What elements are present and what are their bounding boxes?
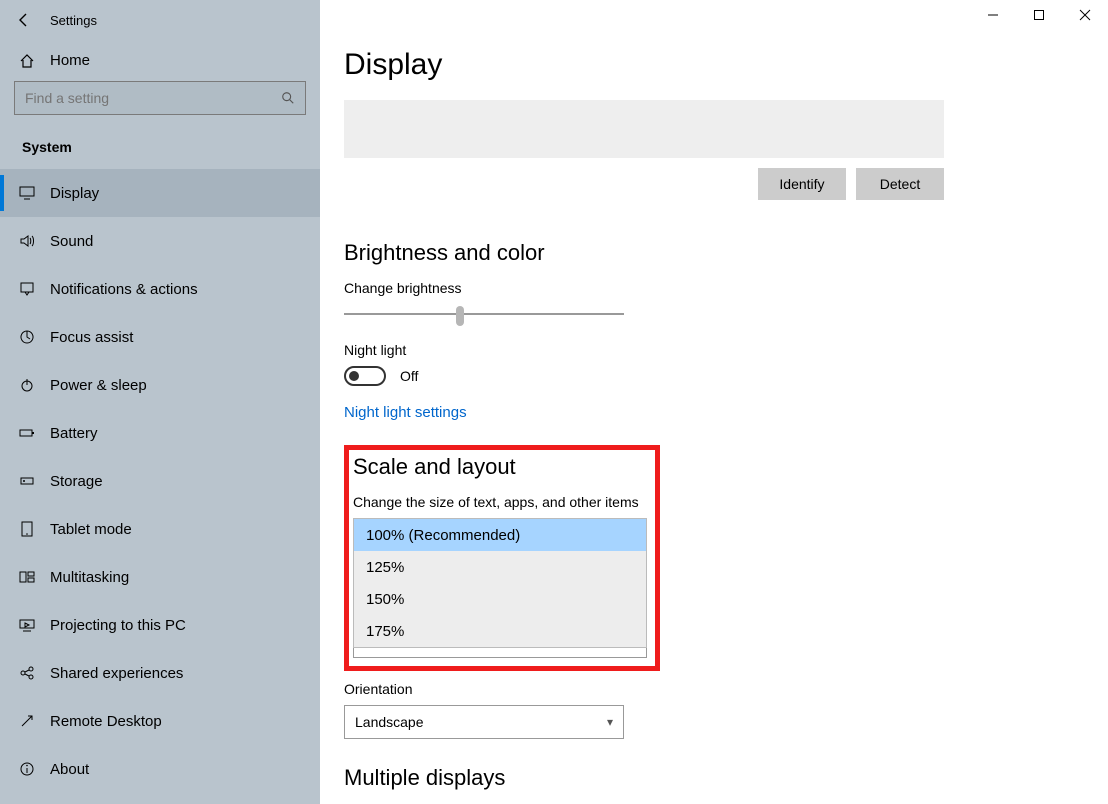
scale-layout-highlight: Scale and layout Change the size of text…: [344, 445, 660, 671]
main-content: Display Identify Detect Brightness and c…: [320, 0, 1108, 804]
orientation-select[interactable]: Landscape ▾: [344, 705, 624, 739]
window-controls: [970, 0, 1108, 30]
sidebar-item-multitasking[interactable]: Multitasking: [0, 553, 320, 601]
sidebar-item-display[interactable]: Display: [0, 169, 320, 217]
arrow-left-icon: [16, 12, 32, 28]
notifications-icon: [18, 281, 36, 297]
sidebar-item-shared-experiences[interactable]: Shared experiences: [0, 649, 320, 697]
sidebar-item-projecting-to-this-pc[interactable]: Projecting to this PC: [0, 601, 320, 649]
scale-label: Change the size of text, apps, and other…: [353, 494, 647, 510]
chevron-down-icon: ▾: [607, 715, 613, 729]
multitasking-icon: [18, 569, 36, 585]
sidebar-item-sound[interactable]: Sound: [0, 217, 320, 265]
scale-option[interactable]: 125%: [354, 551, 646, 583]
sidebar: Settings Home System Display Sound Notific…: [0, 0, 320, 804]
sidebar-item-label: Multitasking: [50, 569, 129, 586]
sidebar-item-focus-assist[interactable]: Focus assist: [0, 313, 320, 361]
detect-button[interactable]: Detect: [856, 168, 944, 200]
sidebar-item-label: Power & sleep: [50, 377, 147, 394]
maximize-icon: [1033, 9, 1045, 21]
sidebar-item-label: Display: [50, 185, 99, 202]
sidebar-nav: Display Sound Notifications & actions Focus…: [0, 169, 320, 793]
scale-option[interactable]: 150%: [354, 583, 646, 615]
sidebar-home[interactable]: Home: [0, 40, 320, 81]
sidebar-item-storage[interactable]: Storage: [0, 457, 320, 505]
projecting-icon: [18, 617, 36, 633]
sidebar-item-tablet-mode[interactable]: Tablet mode: [0, 505, 320, 553]
sound-icon: [18, 233, 36, 249]
scale-section-heading: Scale and layout: [353, 454, 647, 480]
toggle-knob: [349, 371, 359, 381]
sidebar-item-label: Shared experiences: [50, 665, 183, 682]
home-icon: [18, 53, 36, 69]
brightness-slider[interactable]: [344, 304, 624, 324]
night-light-label: Night light: [344, 342, 1108, 358]
search-input-wrap[interactable]: [14, 81, 306, 115]
close-icon: [1079, 9, 1091, 21]
search-input[interactable]: [25, 90, 281, 106]
night-light-state: Off: [400, 368, 418, 384]
minimize-button[interactable]: [970, 0, 1016, 30]
sidebar-item-label: Storage: [50, 473, 103, 490]
storage-icon: [18, 473, 36, 489]
brightness-section-heading: Brightness and color: [344, 240, 1108, 266]
sidebar-item-remote-desktop[interactable]: Remote Desktop: [0, 697, 320, 745]
sidebar-item-label: Battery: [50, 425, 98, 442]
sidebar-item-label: Sound: [50, 233, 93, 250]
brightness-label: Change brightness: [344, 280, 1108, 296]
night-light-toggle[interactable]: [344, 366, 386, 386]
sidebar-item-label: About: [50, 761, 89, 778]
sidebar-home-label: Home: [50, 52, 90, 69]
sidebar-item-power-sleep[interactable]: Power & sleep: [0, 361, 320, 409]
shared-icon: [18, 665, 36, 681]
scale-option[interactable]: 100% (Recommended): [354, 519, 646, 551]
identify-button[interactable]: Identify: [758, 168, 846, 200]
scale-option[interactable]: 175%: [354, 615, 646, 647]
scale-dropdown-base: [353, 648, 647, 658]
maximize-button[interactable]: [1016, 0, 1062, 30]
display-icon: [18, 185, 36, 201]
sidebar-item-label: Remote Desktop: [50, 713, 162, 730]
sidebar-item-label: Focus assist: [50, 329, 133, 346]
search-icon: [281, 91, 295, 105]
sidebar-item-label: Projecting to this PC: [50, 617, 186, 634]
battery-icon: [18, 425, 36, 441]
display-preview[interactable]: [344, 100, 944, 158]
night-light-settings-link[interactable]: Night light settings: [344, 404, 467, 421]
about-icon: [18, 761, 36, 777]
window-title: Settings: [50, 13, 97, 28]
sidebar-item-about[interactable]: About: [0, 745, 320, 793]
remote-icon: [18, 713, 36, 729]
tablet-icon: [18, 521, 36, 537]
orientation-label: Orientation: [344, 681, 1108, 697]
back-button[interactable]: [8, 4, 40, 36]
scale-dropdown-open[interactable]: 100% (Recommended)125%150%175%: [353, 518, 647, 648]
minimize-icon: [987, 9, 999, 21]
focus-assist-icon: [18, 329, 36, 345]
orientation-value: Landscape: [355, 714, 424, 730]
close-button[interactable]: [1062, 0, 1108, 30]
slider-thumb[interactable]: [456, 306, 464, 326]
sidebar-item-notifications-actions[interactable]: Notifications & actions: [0, 265, 320, 313]
sidebar-category: System: [0, 129, 320, 169]
power-icon: [18, 377, 36, 393]
sidebar-item-battery[interactable]: Battery: [0, 409, 320, 457]
sidebar-item-label: Tablet mode: [50, 521, 132, 538]
page-title: Display: [344, 48, 1108, 82]
multiple-displays-heading: Multiple displays: [344, 765, 1108, 791]
sidebar-item-label: Notifications & actions: [50, 281, 198, 298]
slider-track: [344, 313, 624, 315]
